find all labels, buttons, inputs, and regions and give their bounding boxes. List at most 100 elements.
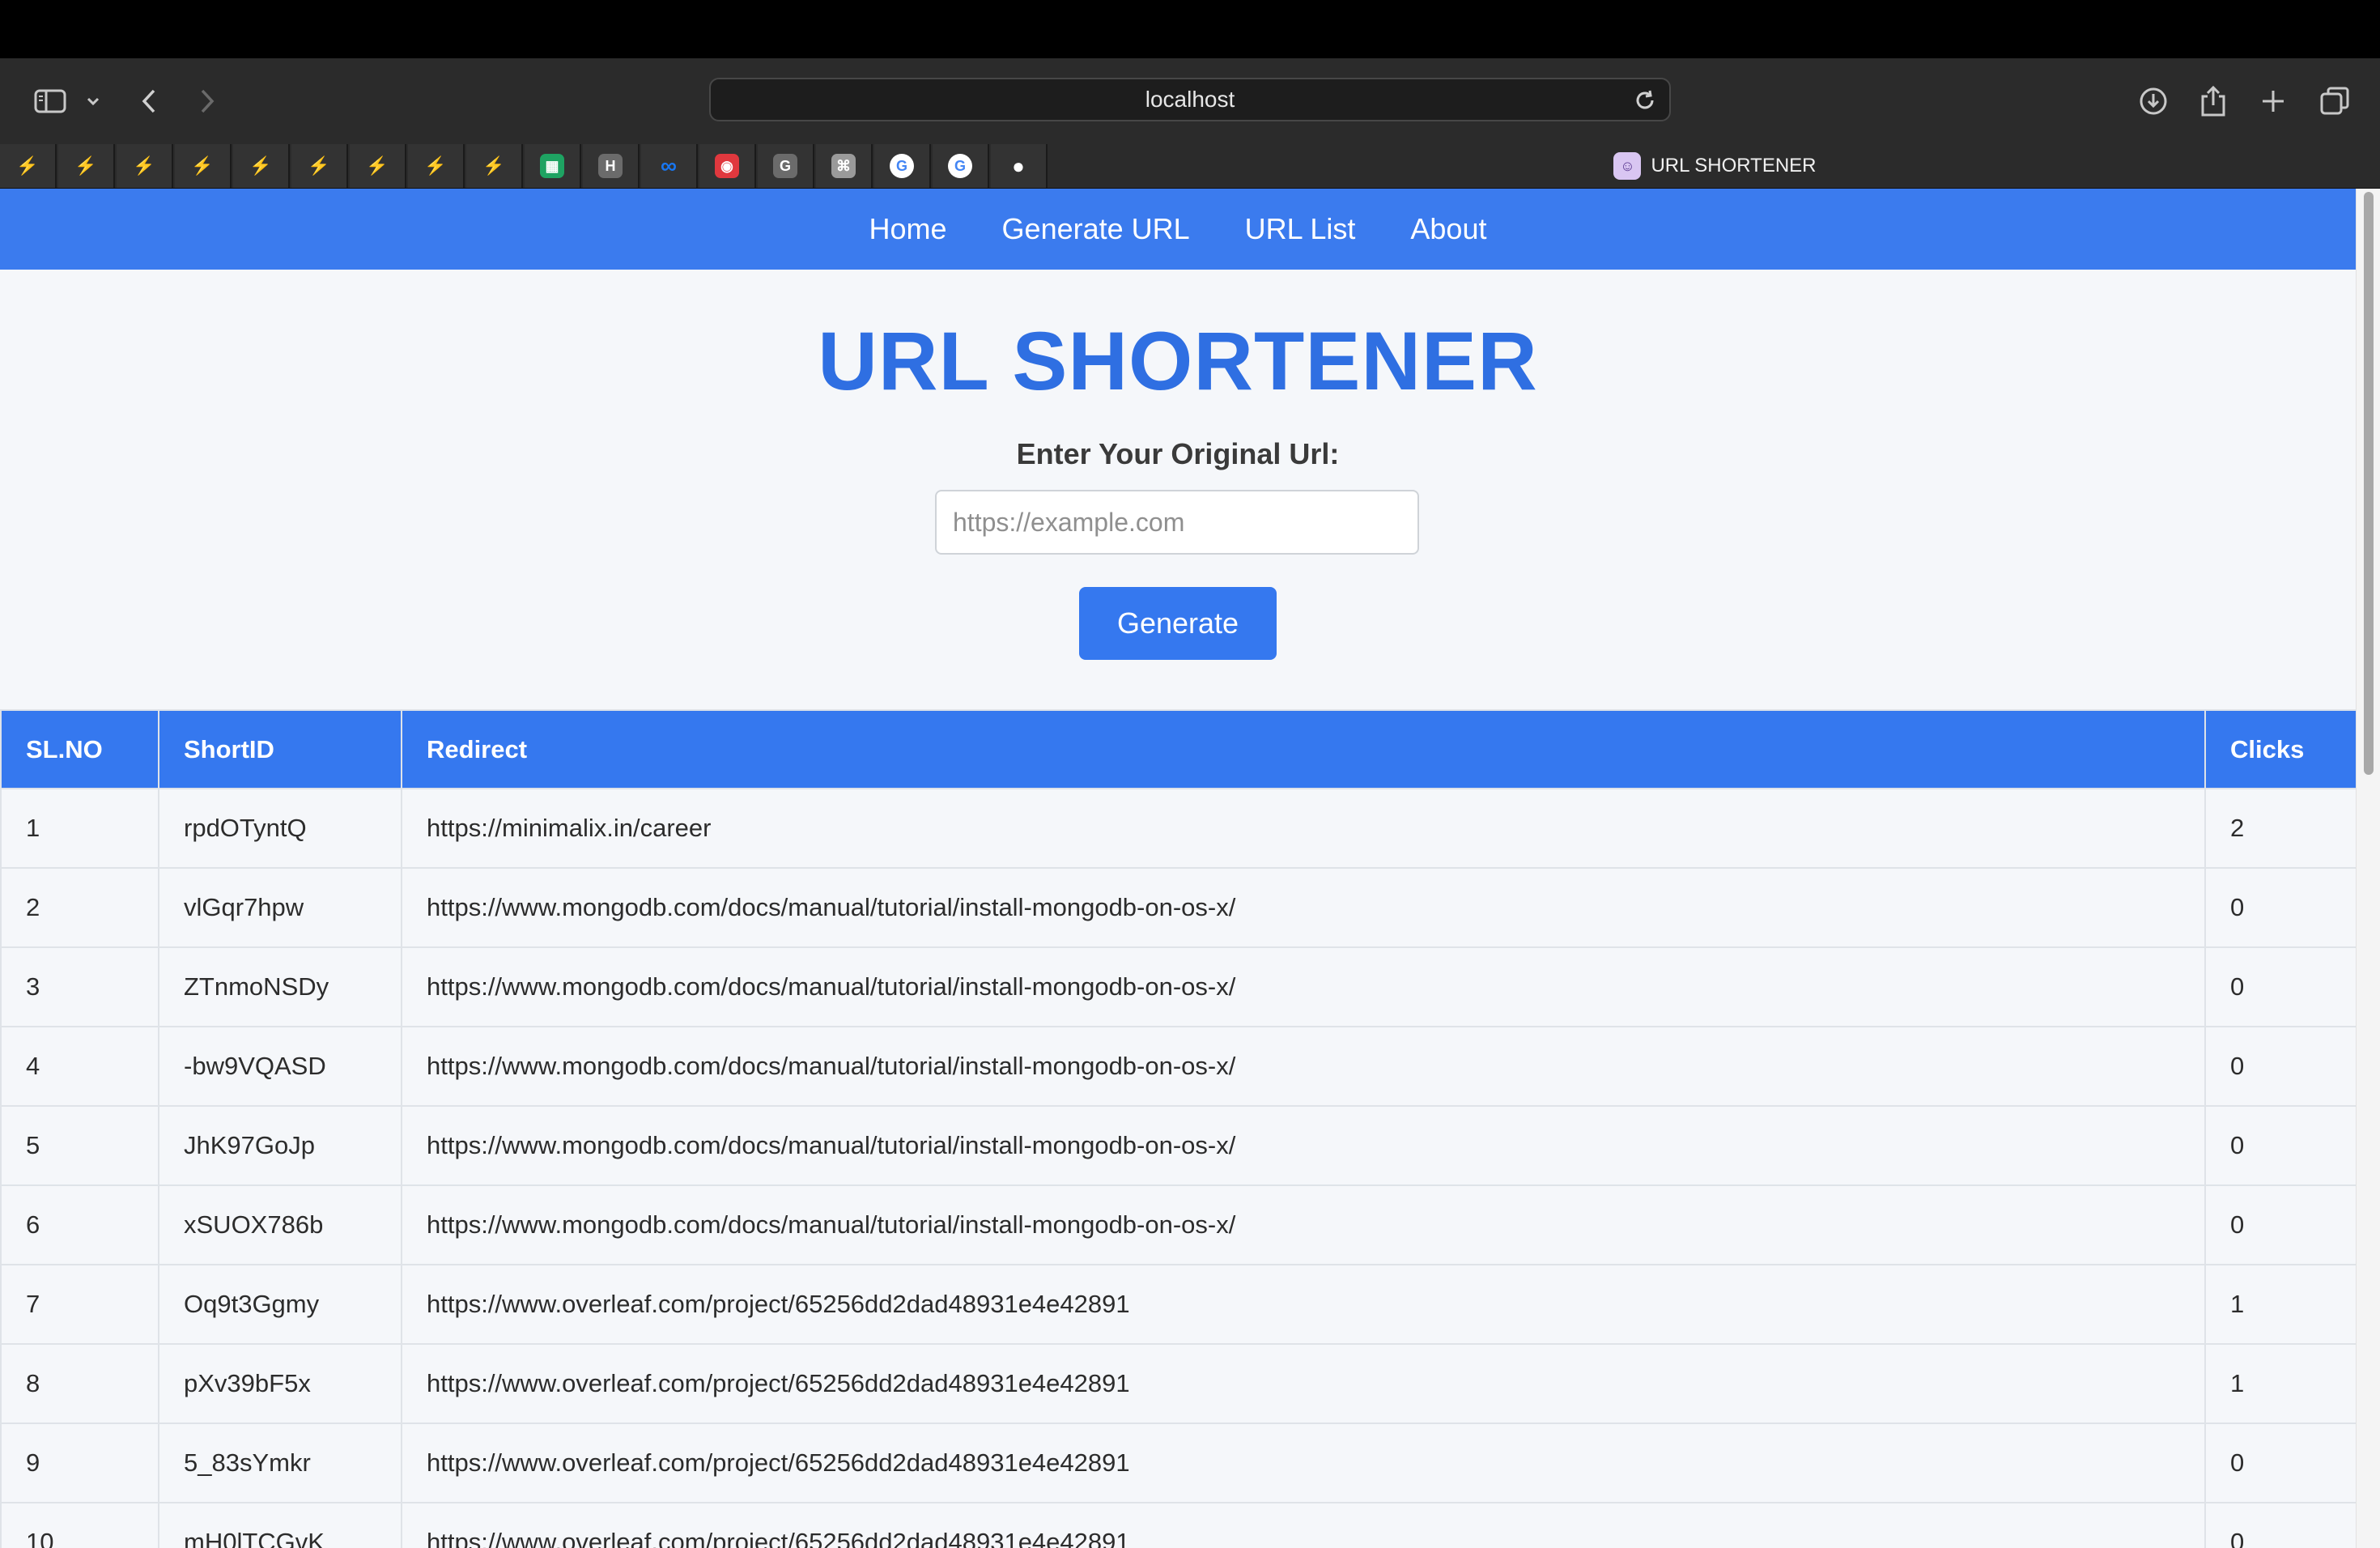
cell-redirect[interactable]: https://www.mongodb.com/docs/manual/tuto… bbox=[401, 1184, 2206, 1265]
page-title: URL SHORTENER bbox=[818, 315, 1538, 407]
table-row: 10 mH0lTCGvK https://www.overleaf.com/proj… bbox=[0, 1502, 2356, 1548]
page-viewport: Home Generate URL URL List About URL SHO… bbox=[0, 189, 2356, 1548]
sidebar-toggle-icon[interactable] bbox=[31, 80, 70, 122]
lightning-favicon-icon: ⚡ bbox=[249, 155, 272, 176]
chevron-down-icon[interactable] bbox=[83, 80, 104, 122]
table-row: 8 pXv39bF5x https://www.overleaf.com/proje… bbox=[0, 1343, 2356, 1424]
tab-strip: ⚡ ⚡ ⚡ ⚡ ⚡ ⚡ ⚡ ⚡ ⚡ ▦ H ∞ ◉ G ⌘ G G ● ☺ URL SHORTENER bbox=[0, 144, 2380, 189]
cell-sl-no: 8 bbox=[0, 1343, 159, 1424]
cell-redirect[interactable]: https://www.mongodb.com/docs/manual/tuto… bbox=[401, 1105, 2206, 1186]
header-short-id: ShortID bbox=[158, 709, 402, 789]
address-bar[interactable]: localhost bbox=[709, 78, 1671, 121]
cell-short-id[interactable]: vlGqr7hpw bbox=[158, 867, 402, 948]
lightning-favicon-icon: ⚡ bbox=[366, 155, 389, 176]
pinned-tab[interactable]: ⚡ bbox=[0, 144, 57, 188]
pinned-tab[interactable]: G bbox=[933, 144, 989, 188]
code-favicon-icon: ⌘ bbox=[831, 154, 856, 178]
cell-short-id[interactable]: 5_83sYmkr bbox=[158, 1423, 402, 1503]
cell-short-id[interactable]: -bw9VQASD bbox=[158, 1026, 402, 1107]
scrollbar-thumb[interactable] bbox=[2364, 192, 2374, 775]
github-favicon-icon: ● bbox=[1012, 153, 1025, 178]
forward-arrow-icon[interactable] bbox=[193, 80, 222, 122]
table-row: 5 JhK97GoJp https://www.mongodb.com/docs/m… bbox=[0, 1105, 2356, 1186]
cell-short-id[interactable]: Oq9t3Ggmy bbox=[158, 1264, 402, 1345]
pinned-tab[interactable]: ◉ bbox=[699, 144, 756, 188]
cell-redirect[interactable]: https://www.overleaf.com/project/65256dd… bbox=[401, 1423, 2206, 1503]
pinned-tab[interactable]: ∞ bbox=[641, 144, 698, 188]
cell-clicks: 0 bbox=[2204, 1184, 2356, 1265]
pinned-tab[interactable]: ⚡ bbox=[233, 144, 290, 188]
share-icon[interactable] bbox=[2195, 80, 2231, 122]
pinned-tab[interactable]: ⌘ bbox=[816, 144, 873, 188]
url-input-label: Enter Your Original Url: bbox=[1016, 437, 1340, 470]
address-text: localhost bbox=[1145, 87, 1235, 112]
pinned-tab[interactable]: ⚡ bbox=[58, 144, 115, 188]
wifi-favicon-icon: ◉ bbox=[715, 154, 739, 178]
table-row: 2 vlGqr7hpw https://www.mongodb.com/docs/m… bbox=[0, 867, 2356, 948]
lightning-favicon-icon: ⚡ bbox=[424, 155, 447, 176]
cell-clicks: 0 bbox=[2204, 946, 2356, 1027]
page-scrollbar[interactable] bbox=[2356, 189, 2380, 1548]
cell-redirect[interactable]: https://www.mongodb.com/docs/manual/tuto… bbox=[401, 946, 2206, 1027]
lightning-favicon-icon: ⚡ bbox=[308, 155, 330, 176]
pinned-tab[interactable]: ⚡ bbox=[291, 144, 348, 188]
pinned-tab[interactable]: ▦ bbox=[525, 144, 581, 188]
pinned-tab[interactable]: ⚡ bbox=[408, 144, 465, 188]
cell-short-id[interactable]: JhK97GoJp bbox=[158, 1105, 402, 1186]
browser-toolbar: localhost bbox=[0, 58, 2380, 144]
cell-short-id[interactable]: pXv39bF5x bbox=[158, 1343, 402, 1424]
pinned-tab[interactable]: ⚡ bbox=[466, 144, 523, 188]
app-favicon-icon: ☺ bbox=[1613, 152, 1642, 180]
cell-sl-no: 10 bbox=[0, 1502, 159, 1548]
pinned-tab[interactable]: ⚡ bbox=[350, 144, 406, 188]
cell-sl-no: 6 bbox=[0, 1184, 159, 1265]
header-redirect: Redirect bbox=[401, 709, 2206, 789]
pinned-tab[interactable]: G bbox=[758, 144, 814, 188]
h-favicon-icon: H bbox=[598, 154, 623, 178]
pinned-tab[interactable]: H bbox=[583, 144, 640, 188]
google-favicon-icon: G bbox=[890, 154, 914, 178]
cell-short-id[interactable]: xSUOX786b bbox=[158, 1184, 402, 1265]
generate-button[interactable]: Generate bbox=[1079, 587, 1277, 660]
reload-icon[interactable] bbox=[1632, 87, 1658, 119]
pinned-tab[interactable]: ⚡ bbox=[117, 144, 173, 188]
nav-home[interactable]: Home bbox=[869, 212, 947, 246]
cell-sl-no: 5 bbox=[0, 1105, 159, 1186]
lightning-favicon-icon: ⚡ bbox=[482, 155, 505, 176]
url-input[interactable] bbox=[935, 490, 1419, 555]
lightning-favicon-icon: ⚡ bbox=[16, 155, 39, 176]
table-row: 3 ZTnmoNSDy https://www.mongodb.com/docs/m… bbox=[0, 946, 2356, 1027]
tab-overview-icon[interactable] bbox=[2317, 80, 2352, 122]
table-row: 9 5_83sYmkr https://www.overleaf.com/proje… bbox=[0, 1423, 2356, 1503]
cell-redirect[interactable]: https://www.overleaf.com/project/65256dd… bbox=[401, 1502, 2206, 1548]
url-table: SL.NO ShortID Redirect Clicks 1 rpdOTyntQ… bbox=[0, 709, 2356, 1548]
cell-redirect[interactable]: https://www.mongodb.com/docs/manual/tuto… bbox=[401, 1026, 2206, 1107]
cell-short-id[interactable]: mH0lTCGvK bbox=[158, 1502, 402, 1548]
nav-generate-url[interactable]: Generate URL bbox=[1002, 212, 1190, 246]
new-tab-plus-icon[interactable] bbox=[2255, 80, 2291, 122]
cell-redirect[interactable]: https://www.mongodb.com/docs/manual/tuto… bbox=[401, 867, 2206, 948]
table-row: 6 xSUOX786b https://www.mongodb.com/docs/m… bbox=[0, 1184, 2356, 1265]
cell-short-id[interactable]: ZTnmoNSDy bbox=[158, 946, 402, 1027]
downloads-icon[interactable] bbox=[2136, 80, 2171, 122]
cell-short-id[interactable]: rpdOTyntQ bbox=[158, 788, 402, 869]
pinned-tab[interactable]: ● bbox=[991, 144, 1048, 188]
cell-clicks: 0 bbox=[2204, 1423, 2356, 1503]
cell-clicks: 0 bbox=[2204, 1502, 2356, 1548]
google-favicon-icon: G bbox=[948, 154, 972, 178]
cell-clicks: 0 bbox=[2204, 1105, 2356, 1186]
cell-redirect[interactable]: https://www.overleaf.com/project/65256dd… bbox=[401, 1264, 2206, 1345]
cell-redirect[interactable]: https://www.overleaf.com/project/65256dd… bbox=[401, 1343, 2206, 1424]
pinned-tab[interactable]: G bbox=[874, 144, 931, 188]
cell-clicks: 0 bbox=[2204, 1026, 2356, 1107]
cell-sl-no: 4 bbox=[0, 1026, 159, 1107]
tab-url-shortener[interactable]: ☺ URL SHORTENER bbox=[1049, 144, 2380, 188]
cell-sl-no: 3 bbox=[0, 946, 159, 1027]
nav-url-list[interactable]: URL List bbox=[1245, 212, 1356, 246]
back-arrow-icon[interactable] bbox=[134, 80, 164, 122]
header-sl-no: SL.NO bbox=[0, 709, 159, 789]
cell-clicks: 0 bbox=[2204, 867, 2356, 948]
cell-redirect[interactable]: https://minimalix.in/career bbox=[401, 788, 2206, 869]
pinned-tab[interactable]: ⚡ bbox=[175, 144, 232, 188]
nav-about[interactable]: About bbox=[1410, 212, 1486, 246]
